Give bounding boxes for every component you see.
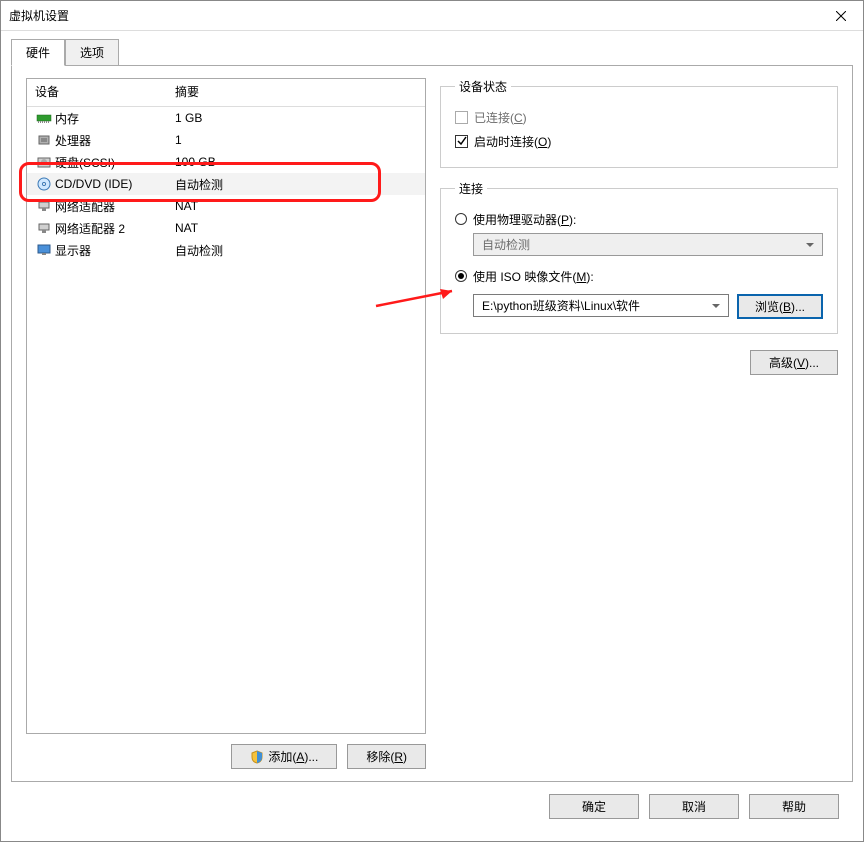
browse-button[interactable]: 浏览(B)... <box>737 294 823 319</box>
device-list[interactable]: 设备 摘要 内存 1 GB 处理器 1 硬盘 <box>26 78 426 734</box>
right-column: 设备状态 已连接(C) 启动时连接(O) 连接 <box>440 78 838 769</box>
device-summary: 自动检测 <box>175 242 417 259</box>
network-icon <box>35 198 53 214</box>
iso-file-combobox[interactable]: E:\python班级资料\Linux\软件 <box>473 294 729 317</box>
close-button[interactable] <box>818 1 863 31</box>
cd-icon <box>35 176 53 192</box>
device-list-header: 设备 摘要 <box>27 79 425 107</box>
physical-drive-radio-row[interactable]: 使用物理驱动器(P): <box>455 207 823 231</box>
physical-drive-label: 使用物理驱动器(P): <box>473 211 576 228</box>
cancel-button[interactable]: 取消 <box>649 794 739 819</box>
device-name: 显示器 <box>55 242 175 259</box>
connect-on-start-checkbox[interactable] <box>455 135 468 148</box>
connected-checkbox-row: 已连接(C) <box>455 105 823 129</box>
titlebar: 虚拟机设置 <box>1 1 863 31</box>
vm-settings-window: 虚拟机设置 硬件 选项 设备 摘要 内存 1 GB <box>0 0 864 842</box>
iso-radio-row[interactable]: 使用 ISO 映像文件(M): <box>455 264 823 288</box>
ok-button[interactable]: 确定 <box>549 794 639 819</box>
connect-on-start-checkbox-row[interactable]: 启动时连接(O) <box>455 129 823 153</box>
device-status-legend: 设备状态 <box>455 78 511 95</box>
iso-file-value: E:\python班级资料\Linux\软件 <box>482 297 640 314</box>
tab-options-label: 选项 <box>80 46 104 60</box>
physical-drive-select-row: 自动检测 <box>473 233 823 256</box>
close-icon <box>836 11 846 21</box>
remove-label: 移除(R) <box>366 748 407 765</box>
add-label: 添加(A)... <box>268 748 318 765</box>
header-summary: 摘要 <box>175 83 417 100</box>
device-name: 处理器 <box>55 132 175 149</box>
chevron-down-icon <box>712 304 720 308</box>
tab-hardware[interactable]: 硬件 <box>11 39 65 66</box>
connect-on-start-label: 启动时连接(O) <box>474 133 551 150</box>
cpu-icon <box>35 132 53 148</box>
device-row-net1[interactable]: 网络适配器 NAT <box>27 195 425 217</box>
chevron-down-icon <box>806 243 814 247</box>
dialog-body: 硬件 选项 设备 摘要 内存 1 GB 处理器 <box>1 31 863 841</box>
device-summary: 1 GB <box>175 111 417 125</box>
device-summary: 自动检测 <box>175 176 417 193</box>
display-icon <box>35 242 53 258</box>
browse-label: 浏览(B)... <box>755 300 805 314</box>
cancel-label: 取消 <box>682 798 706 815</box>
device-name: 内存 <box>55 110 175 127</box>
device-buttons: 添加(A)... 移除(R) <box>26 744 426 769</box>
physical-drive-select: 自动检测 <box>473 233 823 256</box>
tab-panel: 设备 摘要 内存 1 GB 处理器 1 硬盘 <box>11 65 853 782</box>
check-icon <box>457 136 467 146</box>
help-button[interactable]: 帮助 <box>749 794 839 819</box>
header-device: 设备 <box>35 83 175 100</box>
physical-drive-radio[interactable] <box>455 213 467 225</box>
device-summary: NAT <box>175 221 417 235</box>
advanced-row: 高级(V)... <box>440 350 838 375</box>
device-name: 网络适配器 <box>55 198 175 215</box>
device-summary: 1 <box>175 133 417 147</box>
device-summary: 100 GB <box>175 155 417 169</box>
physical-drive-value: 自动检测 <box>482 236 530 253</box>
device-row-net2[interactable]: 网络适配器 2 NAT <box>27 217 425 239</box>
device-row-cpu[interactable]: 处理器 1 <box>27 129 425 151</box>
network-icon <box>35 220 53 236</box>
device-name: 网络适配器 2 <box>55 220 175 237</box>
device-summary: NAT <box>175 199 417 213</box>
ok-label: 确定 <box>582 798 606 815</box>
iso-file-row: E:\python班级资料\Linux\软件 浏览(B)... <box>473 294 823 319</box>
device-name: 硬盘(SCSI) <box>55 154 175 171</box>
tab-hardware-label: 硬件 <box>26 46 50 60</box>
connected-checkbox <box>455 111 468 124</box>
device-row-cddvd[interactable]: CD/DVD (IDE) 自动检测 <box>27 173 425 195</box>
dialog-footer: 确定 取消 帮助 <box>11 782 853 831</box>
disk-icon <box>35 154 53 170</box>
device-row-memory[interactable]: 内存 1 GB <box>27 107 425 129</box>
add-button[interactable]: 添加(A)... <box>231 744 337 769</box>
advanced-button[interactable]: 高级(V)... <box>750 350 838 375</box>
device-row-disk[interactable]: 硬盘(SCSI) 100 GB <box>27 151 425 173</box>
tabstrip: 硬件 选项 <box>11 39 853 65</box>
left-column: 设备 摘要 内存 1 GB 处理器 1 硬盘 <box>26 78 426 769</box>
connection-group: 连接 使用物理驱动器(P): 自动检测 使用 ISO 映像文件(M): <box>440 180 838 334</box>
window-title: 虚拟机设置 <box>9 7 69 24</box>
iso-radio[interactable] <box>455 270 467 282</box>
device-row-display[interactable]: 显示器 自动检测 <box>27 239 425 261</box>
shield-icon <box>250 750 264 764</box>
device-name: CD/DVD (IDE) <box>55 177 175 191</box>
remove-button[interactable]: 移除(R) <box>347 744 426 769</box>
device-status-group: 设备状态 已连接(C) 启动时连接(O) <box>440 78 838 168</box>
connected-label: 已连接(C) <box>474 109 527 126</box>
help-label: 帮助 <box>782 798 806 815</box>
memory-icon <box>35 110 53 126</box>
iso-label: 使用 ISO 映像文件(M): <box>473 268 594 285</box>
advanced-label: 高级(V)... <box>769 354 819 371</box>
tab-options[interactable]: 选项 <box>65 39 119 65</box>
connection-legend: 连接 <box>455 180 487 197</box>
